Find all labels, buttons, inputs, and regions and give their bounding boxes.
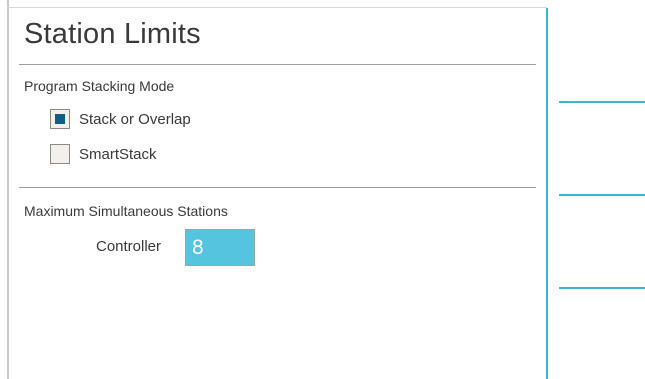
softkey-2[interactable] bbox=[559, 103, 645, 193]
controller-value-field[interactable]: 8 bbox=[185, 229, 255, 266]
option-stack-or-overlap[interactable]: Stack or Overlap bbox=[50, 107, 191, 131]
softkey-panel-divider bbox=[546, 8, 548, 379]
frame-border-top bbox=[7, 7, 547, 8]
station-limits-screen: Station Limits Program Stacking Mode Sta… bbox=[0, 0, 645, 379]
max-stations-label: Maximum Simultaneous Stations bbox=[24, 203, 228, 219]
softkey-1[interactable] bbox=[559, 8, 645, 98]
option-label: SmartStack bbox=[79, 145, 157, 163]
option-label: Stack or Overlap bbox=[79, 110, 191, 128]
option-smartstack[interactable]: SmartStack bbox=[50, 142, 157, 166]
softkey-3[interactable] bbox=[559, 196, 645, 286]
page-title: Station Limits bbox=[24, 18, 201, 50]
frame-border-left bbox=[7, 0, 9, 379]
checkbox-stack-or-overlap[interactable] bbox=[50, 109, 70, 129]
controller-label: Controller bbox=[96, 238, 162, 255]
stacking-mode-label: Program Stacking Mode bbox=[24, 78, 175, 94]
softkey-4[interactable] bbox=[559, 289, 645, 379]
section-divider bbox=[19, 64, 536, 65]
section-divider bbox=[19, 187, 536, 188]
checkbox-smartstack[interactable] bbox=[50, 144, 70, 164]
